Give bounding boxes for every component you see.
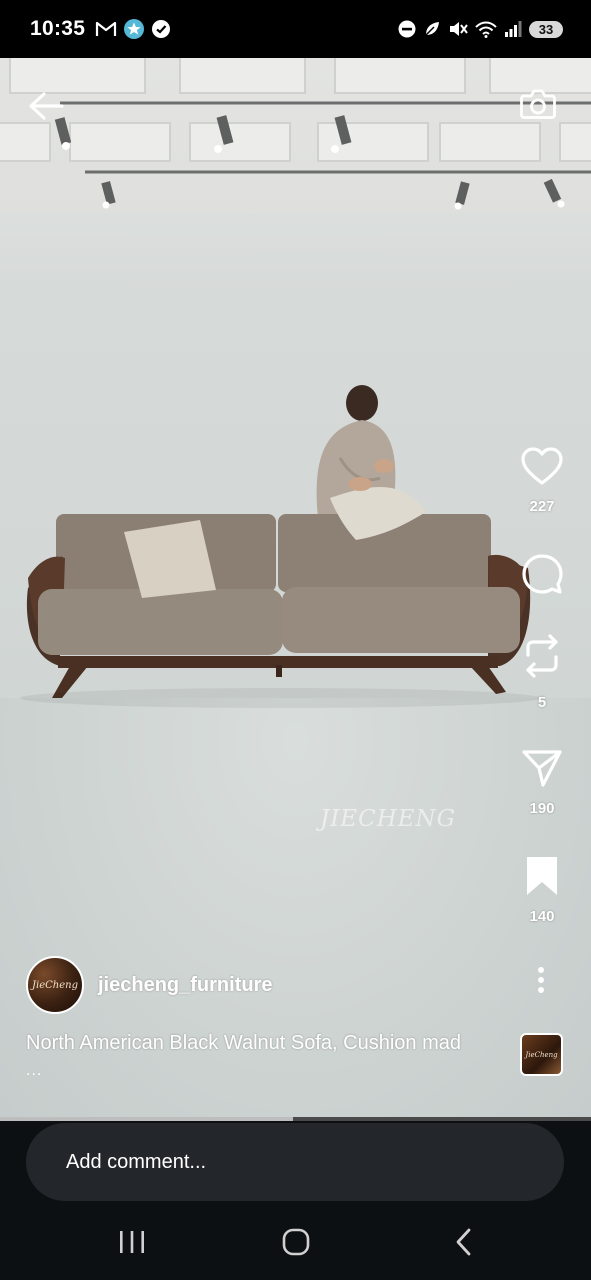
comment-action (512, 552, 572, 596)
share-button[interactable] (518, 746, 566, 790)
avatar-logo-text: JieCheng (32, 979, 78, 991)
like-button[interactable] (518, 444, 566, 488)
comment-box[interactable] (26, 1123, 564, 1201)
video-player[interactable]: JIECHENG 227 5 190 140 JieCheng jiecheng… (0, 58, 591, 1120)
status-time: 10:35 (30, 17, 86, 40)
comment-bubble-icon (522, 554, 563, 594)
heart-icon (521, 447, 563, 485)
share-count: 190 (529, 800, 555, 817)
save-count: 140 (529, 908, 555, 925)
audio-thumbnail-text: JieCheng (525, 1050, 558, 1059)
repost-button[interactable] (518, 632, 566, 680)
back-nav-button[interactable] (434, 1220, 494, 1264)
home-icon (282, 1228, 310, 1256)
audio-thumbnail[interactable]: JieCheng (520, 1033, 563, 1076)
signal-icon (505, 21, 522, 37)
repost-count: 5 (537, 694, 547, 711)
back-button[interactable] (20, 84, 72, 128)
repost-icon (526, 634, 558, 678)
status-system-icons: 33 (398, 20, 563, 38)
send-icon (522, 750, 562, 787)
chevron-left-icon (456, 1228, 471, 1256)
do-not-disturb-icon (398, 20, 416, 38)
share-action: 190 (512, 746, 572, 817)
caption-more[interactable]: ... (26, 1062, 42, 1080)
avatar[interactable]: JieCheng (26, 956, 84, 1014)
more-options-button[interactable] (526, 960, 556, 1000)
battery-indicator: 33 (529, 20, 563, 38)
username[interactable]: jiecheng_furniture (98, 974, 272, 997)
more-vertical-icon (538, 967, 544, 993)
arrow-left-icon (29, 92, 64, 120)
save-action: 140 (512, 854, 572, 925)
video-watermark: JIECHENG (320, 806, 457, 832)
leaf-icon (425, 22, 439, 36)
recent-apps-button[interactable] (102, 1220, 162, 1264)
star-badge-icon (124, 19, 145, 39)
like-action: 227 (512, 444, 572, 515)
save-button[interactable] (518, 854, 566, 898)
recent-apps-icon (120, 1231, 144, 1253)
camera-button[interactable] (514, 82, 562, 126)
wifi-icon (475, 21, 497, 38)
camera-icon (520, 89, 556, 119)
status-notification-icons (95, 18, 171, 40)
gmail-icon (96, 21, 117, 36)
home-button[interactable] (266, 1220, 326, 1264)
system-nav-bar (0, 1217, 591, 1267)
mute-icon (450, 22, 468, 36)
post-caption[interactable]: North American Black Walnut Sofa, Cushio… (26, 1032, 504, 1055)
status-bar: 10:35 33 (0, 0, 591, 58)
bottom-area (0, 1121, 591, 1280)
comment-input[interactable] (66, 1150, 564, 1174)
comment-button[interactable] (518, 552, 566, 596)
sofa-scene-graphic (20, 385, 540, 708)
like-count: 227 (529, 498, 555, 515)
check-badge-icon (152, 20, 171, 38)
bookmark-filled-icon (527, 857, 557, 895)
scene-floor (0, 698, 591, 1120)
repost-action: 5 (512, 632, 572, 711)
post-author[interactable]: JieCheng jiecheng_furniture (26, 956, 272, 1014)
